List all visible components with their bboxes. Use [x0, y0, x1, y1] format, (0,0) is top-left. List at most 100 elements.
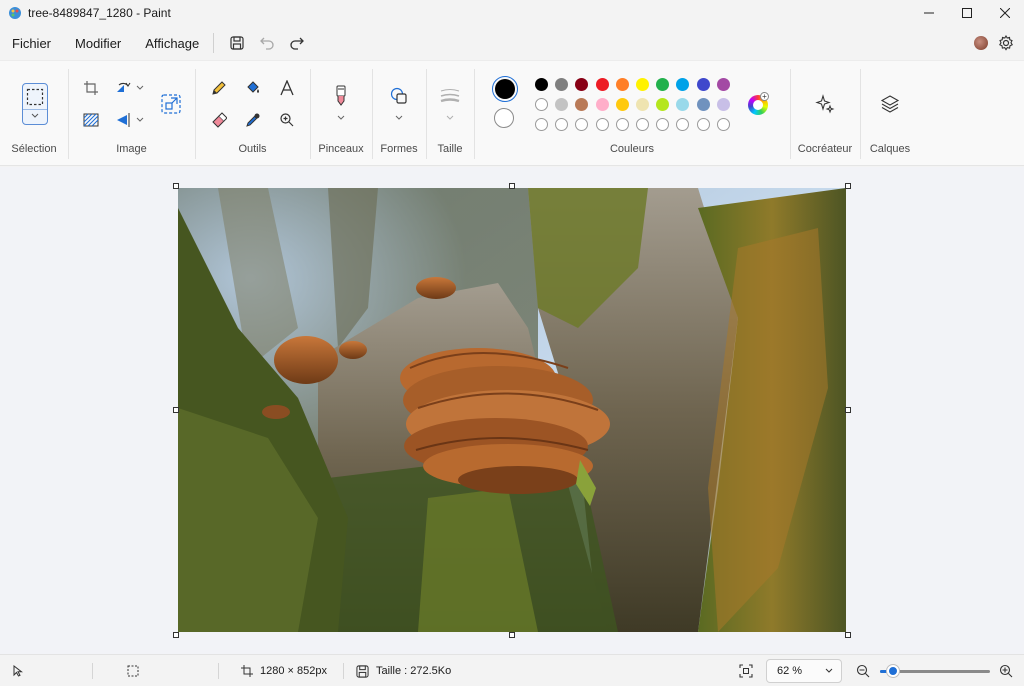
zoom-dropdown[interactable]: 62 %: [766, 659, 842, 683]
selection-group: Sélection: [0, 61, 68, 167]
palette-color-swatch[interactable]: [555, 98, 569, 111]
custom-color-slot[interactable]: [575, 118, 589, 131]
cocreator-button[interactable]: [814, 93, 836, 115]
palette-color-swatch[interactable]: [636, 98, 649, 111]
palette-color-swatch[interactable]: [676, 98, 690, 111]
zoom-out-icon: [856, 664, 870, 678]
palette-color-swatch[interactable]: [615, 78, 629, 91]
status-divider: [92, 663, 93, 679]
fill-button[interactable]: [242, 77, 264, 99]
save-button[interactable]: [222, 29, 252, 57]
magnifier-button[interactable]: [276, 109, 298, 131]
palette-color-swatch[interactable]: [656, 78, 670, 91]
save-icon: [230, 36, 244, 50]
resize-button[interactable]: [160, 93, 182, 115]
custom-color-slot[interactable]: [595, 118, 609, 131]
maximize-icon: [962, 8, 972, 18]
fit-to-window-button[interactable]: [739, 655, 753, 686]
palette-color-swatch[interactable]: [615, 98, 629, 111]
zoom-slider[interactable]: [880, 665, 990, 677]
custom-color-slot[interactable]: [615, 118, 629, 131]
crop-button[interactable]: [80, 77, 102, 99]
palette-color-swatch[interactable]: [575, 78, 589, 91]
shapes-button[interactable]: [388, 85, 410, 107]
palette-color-swatch[interactable]: [595, 98, 609, 111]
custom-color-slot[interactable]: [696, 118, 710, 131]
chevron-down-icon[interactable]: [337, 115, 345, 121]
chevron-down-icon[interactable]: [136, 117, 144, 123]
size-button[interactable]: [439, 85, 461, 107]
undo-button[interactable]: [252, 29, 282, 57]
color-picker-button[interactable]: [242, 109, 264, 131]
palette-color-swatch[interactable]: [595, 78, 609, 91]
resize-handle-bottom[interactable]: [509, 632, 515, 638]
custom-color-slot[interactable]: [555, 118, 569, 131]
minimize-button[interactable]: [910, 0, 948, 26]
palette-color-swatch[interactable]: [676, 78, 690, 91]
close-button[interactable]: [986, 0, 1024, 26]
menu-file[interactable]: Fichier: [0, 36, 51, 51]
palette-color-swatch[interactable]: [575, 98, 589, 111]
canvas-area[interactable]: [0, 167, 1024, 654]
edit-colors-button[interactable]: +: [748, 92, 769, 115]
zoom-in-icon: [999, 664, 1013, 678]
layers-button[interactable]: [879, 93, 901, 115]
image-dimensions: 1280 × 852px: [241, 655, 327, 686]
pencil-button[interactable]: [208, 77, 230, 99]
chevron-down-icon[interactable]: [446, 115, 454, 121]
custom-color-slot[interactable]: [676, 118, 690, 131]
rotate-button[interactable]: [112, 77, 134, 99]
status-divider: [343, 663, 344, 679]
palette-color-swatch[interactable]: [696, 78, 710, 91]
account-avatar[interactable]: [974, 36, 988, 50]
secondary-color[interactable]: [494, 108, 514, 128]
close-icon: [1000, 8, 1010, 18]
resize-handle-left[interactable]: [173, 407, 179, 413]
zoom-in-button[interactable]: [999, 655, 1013, 686]
resize-handle-right[interactable]: [845, 407, 851, 413]
chevron-down-icon: [31, 113, 39, 118]
line-width-icon: [440, 89, 460, 103]
resize-handle-bottom-left[interactable]: [173, 632, 179, 638]
chevron-down-icon[interactable]: [136, 85, 144, 91]
chevron-down-icon[interactable]: [395, 115, 403, 121]
custom-color-slot[interactable]: [636, 118, 649, 131]
custom-color-slot[interactable]: [716, 118, 730, 131]
zoom-slider-thumb[interactable]: [886, 665, 899, 677]
settings-gear-icon[interactable]: [998, 35, 1014, 51]
background-removal-button[interactable]: [80, 109, 102, 131]
eraser-button[interactable]: [208, 109, 230, 131]
redo-button[interactable]: [282, 29, 312, 57]
selection-tool-button[interactable]: [22, 83, 48, 125]
eraser-icon: [212, 112, 227, 128]
text-button[interactable]: [276, 77, 298, 99]
custom-color-slot[interactable]: [656, 118, 670, 131]
resize-handle-top-right[interactable]: [845, 183, 851, 189]
primary-color[interactable]: [495, 79, 515, 99]
brushes-button[interactable]: [330, 85, 352, 107]
resize-handle-top[interactable]: [509, 183, 515, 189]
palette-color-swatch[interactable]: [656, 98, 670, 111]
canvas-size-icon: [241, 665, 253, 677]
palette-color-swatch[interactable]: [716, 98, 730, 111]
resize-handle-bottom-right[interactable]: [845, 632, 851, 638]
menu-edit[interactable]: Modifier: [63, 36, 121, 51]
maximize-button[interactable]: [948, 0, 986, 26]
menu-view[interactable]: Affichage: [133, 36, 199, 51]
rotate-icon: [117, 82, 131, 92]
flip-button[interactable]: [112, 109, 134, 131]
cocreator-group: Cocréateur: [790, 61, 860, 167]
tools-group-label: Outils: [238, 143, 267, 155]
palette-color-swatch[interactable]: [535, 98, 548, 111]
zoom-out-button[interactable]: [856, 655, 870, 686]
palette-color-swatch[interactable]: [716, 78, 730, 91]
palette-color-swatch[interactable]: [696, 98, 710, 111]
palette-color-swatch[interactable]: [555, 78, 569, 91]
palette-color-swatch[interactable]: [636, 78, 649, 91]
layers-group: Calques: [860, 61, 920, 167]
palette-color-swatch[interactable]: [535, 78, 548, 91]
title-bar: tree-8489847_1280 - Paint: [0, 0, 1024, 26]
resize-handle-top-left[interactable]: [173, 183, 179, 189]
canvas-image[interactable]: [178, 188, 846, 632]
custom-color-slot[interactable]: [535, 118, 548, 131]
